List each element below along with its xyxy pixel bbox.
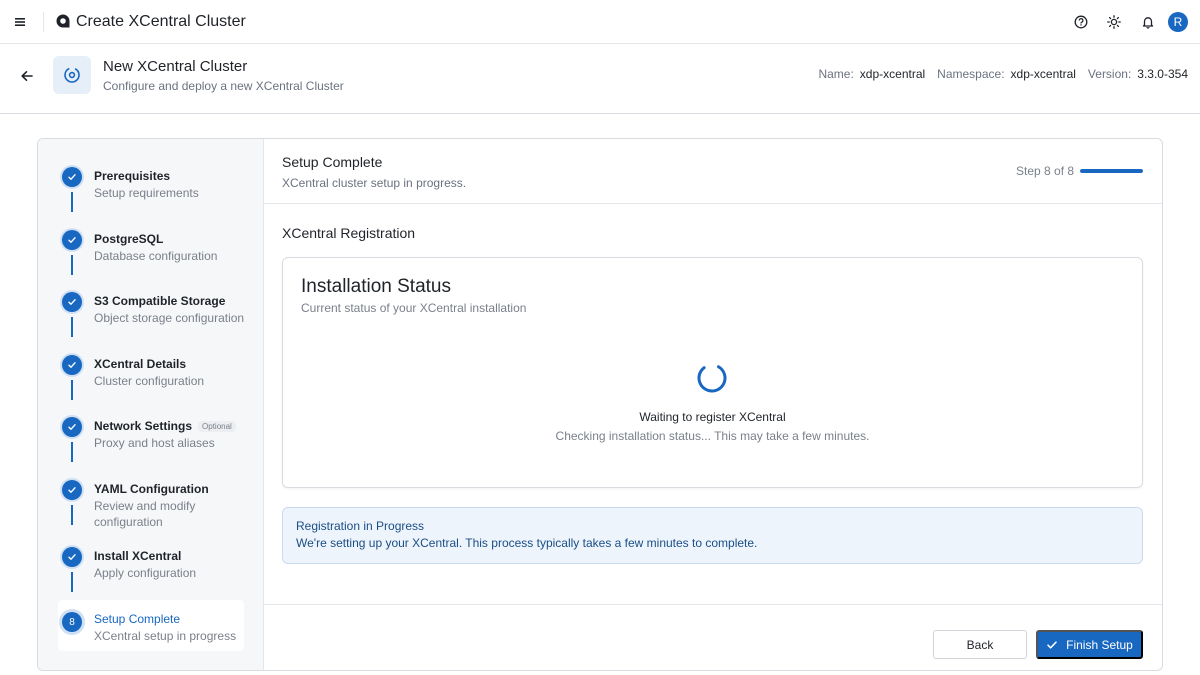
app-title: Create XCentral Cluster: [76, 13, 246, 30]
registration-info-alert: Registration in Progress We're setting u…: [282, 507, 1143, 564]
name-value: xdp-xcentral: [859, 67, 926, 81]
step-connector: [71, 442, 73, 462]
check-icon: [62, 292, 82, 312]
menu-icon[interactable]: [10, 12, 30, 32]
step-title: Setup Complete: [94, 612, 181, 626]
step-desc: Database configuration: [94, 249, 218, 263]
step-connector: [71, 380, 73, 400]
progress-fill: [1080, 169, 1143, 173]
page-subtitle: Configure and deploy a new XCentral Clus…: [103, 79, 344, 93]
check-icon: [62, 417, 82, 437]
waiting-text: Waiting to register XCentral: [639, 410, 786, 424]
step-desc: Cluster configuration: [94, 374, 205, 388]
step-connector: [71, 572, 73, 592]
alert-description: We're setting up your XCentral. This pro…: [296, 536, 758, 550]
help-icon[interactable]: [1071, 12, 1091, 32]
cluster-meta: Name: xdp-xcentral Namespace: xdp-xcentral…: [818, 67, 1188, 81]
step-connector: [71, 192, 73, 212]
alert-title: Registration in Progress: [296, 519, 425, 533]
step-title: S3 Compatible Storage: [94, 294, 226, 308]
check-icon: [62, 480, 82, 500]
theme-toggle-icon[interactable]: [1104, 12, 1124, 32]
finish-setup-button[interactable]: Finish Setup: [1036, 630, 1143, 659]
finish-setup-label: Finish Setup: [1066, 637, 1133, 652]
step-connector: [71, 317, 73, 337]
card-subtitle: Current status of your XCentral installa…: [301, 301, 527, 315]
step-number: 8: [62, 612, 82, 632]
notification-bell-icon[interactable]: [1138, 12, 1158, 32]
step-title: XCentral Details: [94, 357, 187, 371]
step-desc: Object storage configuration: [94, 311, 245, 325]
installation-status-card: Installation Status Current status of yo…: [282, 257, 1143, 488]
name-label: Name:: [818, 67, 854, 81]
card-title: Installation Status: [301, 276, 451, 297]
step-sidebar: Prerequisites Setup requirements Postgre…: [38, 139, 264, 670]
step-connector: [71, 505, 73, 525]
app-logo-icon: [55, 13, 71, 29]
step-title-text: Network Settings: [94, 419, 193, 433]
checking-text: Checking installation status... This may…: [555, 429, 870, 443]
back-arrow-icon[interactable]: [18, 67, 36, 85]
check-icon: [62, 547, 82, 567]
version-value: 3.3.0-354: [1137, 67, 1188, 81]
content-header: Setup Complete XCentral cluster setup in…: [264, 139, 1162, 204]
check-icon: [62, 355, 82, 375]
step-indicator: Step 8 of 8: [1016, 164, 1075, 178]
step-connector: [71, 255, 73, 275]
namespace-label: Namespace:: [937, 67, 1005, 81]
optional-badge: Optional: [198, 421, 236, 433]
step-title: PostgreSQL: [94, 232, 164, 246]
page-header: New XCentral Cluster Configure and deplo…: [0, 44, 1200, 114]
step-content: Setup Complete XCentral cluster setup in…: [264, 139, 1162, 670]
page-title: New XCentral Cluster: [103, 58, 248, 75]
step-desc: Proxy and host aliases: [94, 436, 215, 450]
step-desc: Apply configuration: [94, 566, 197, 580]
back-button[interactable]: Back: [933, 630, 1027, 659]
cluster-icon: [53, 56, 91, 94]
step-desc: Review and modify configuration: [94, 499, 196, 529]
wizard-footer: Back Finish Setup: [264, 604, 1162, 670]
content-subtitle: XCentral cluster setup in progress.: [282, 176, 467, 190]
step-desc: Setup requirements: [94, 186, 199, 200]
loading-spinner-icon: [696, 362, 728, 394]
content-title: Setup Complete: [282, 154, 383, 170]
step-title: YAML Configuration: [94, 482, 209, 496]
step-desc: XCentral setup in progress: [94, 629, 237, 643]
check-icon: [62, 230, 82, 250]
step-title: Install XCentral: [94, 549, 182, 563]
version-label: Version:: [1087, 67, 1132, 81]
namespace-value: xdp-xcentral: [1010, 67, 1076, 81]
section-title: XCentral Registration: [282, 225, 416, 241]
progress-bar: [1080, 169, 1143, 173]
top-bar: Create XCentral Cluster R: [0, 0, 1200, 44]
check-icon: [62, 167, 82, 187]
step-title: Prerequisites: [94, 169, 171, 183]
wizard-panel: Prerequisites Setup requirements Postgre…: [37, 138, 1163, 671]
step-title: Network Settings Optional: [94, 419, 236, 433]
user-avatar[interactable]: R: [1168, 12, 1188, 32]
divider: [43, 12, 44, 32]
check-icon: [1047, 640, 1057, 649]
